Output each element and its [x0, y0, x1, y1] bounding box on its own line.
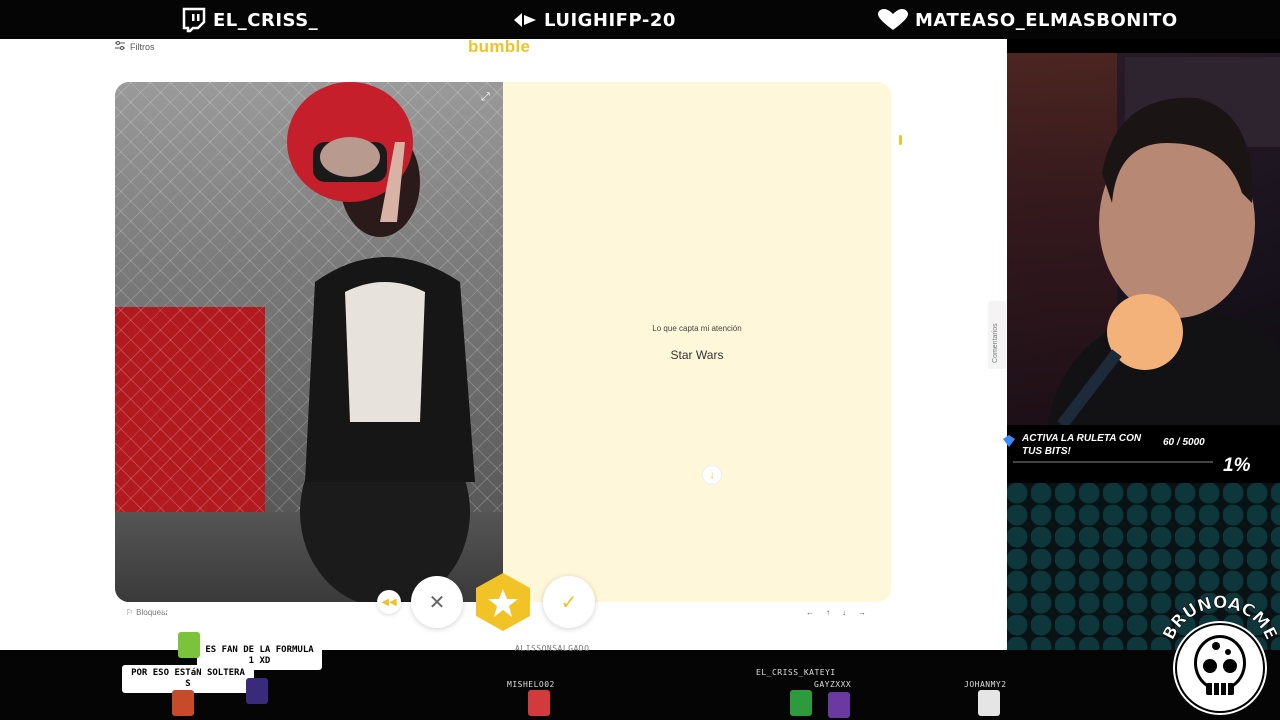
chatter-top-name: BRUNOACME — [163, 606, 211, 615]
chatter-name-criss: EL_CRISS_KATEYI — [756, 668, 836, 677]
filters-button[interactable]: Filtros — [115, 41, 155, 52]
diamond-icon — [1003, 435, 1015, 447]
tiktok-icon — [512, 11, 538, 29]
like-button[interactable]: ✓ — [543, 576, 595, 628]
handle-heart: MATEASO_ELMASBONITO — [877, 6, 1178, 34]
bits-percent: 1% — [1223, 455, 1251, 476]
twitch-icon — [181, 7, 207, 33]
brunoacme-logo: BRUNOACME — [1159, 588, 1280, 720]
key-up: ↑ — [826, 608, 830, 617]
profile-photo[interactable]: ⤢ — [115, 82, 503, 602]
key-right: → — [858, 608, 866, 617]
prompt-label: Lo que capta mi atención — [652, 324, 742, 333]
sliders-icon — [115, 41, 125, 52]
webcam-streamer — [1047, 97, 1280, 425]
rewind-button[interactable]: ◀◀ — [377, 590, 401, 614]
flag-icon: ⚐ — [126, 608, 134, 617]
comments-tab[interactable]: Comentarios — [988, 301, 1006, 369]
scroll-down-icon[interactable]: ↓ — [703, 466, 721, 484]
chatter-avatar-3 — [246, 678, 268, 704]
swipe-actions: ◀◀ ✕ ✓ — [0, 573, 1007, 637]
stream-layout: EL_CRISS_ LUIGHIFP-20 MATEASO_ELMASBONIT… — [0, 0, 1280, 720]
star-icon — [476, 573, 530, 631]
pass-button[interactable]: ✕ — [411, 576, 463, 628]
chatter-avatar-4 — [528, 690, 550, 716]
bits-roulette-widget: ACTIVA LA RULETA CON TUS BITS! 60 / 5000… — [1003, 425, 1280, 483]
bumble-page: Filtros bumble ⤢ Lo que capta mi atenció… — [0, 39, 1007, 650]
chatter-avatar-5 — [790, 690, 812, 716]
heart-icon — [877, 9, 909, 31]
key-down: ↓ — [842, 608, 846, 617]
chatter-name-johan: JOHANMY2 — [964, 680, 1007, 689]
keyboard-hints: ← ↑ ↓ → — [806, 608, 866, 617]
rewind-icon: ◀◀ — [381, 596, 397, 608]
key-left: ← — [806, 608, 814, 617]
chatter-avatar-1 — [178, 632, 200, 658]
comments-tab-label: Comentarios — [992, 323, 999, 363]
handle-tiktok: LUIGHIFP-20 — [512, 6, 676, 34]
bits-progress-track — [1013, 461, 1213, 463]
filters-label: Filtros — [130, 41, 155, 52]
profile-info-panel: Lo que capta mi atención Star Wars ↓ — [503, 82, 891, 602]
handle-twitch-name: EL_CRISS_ — [213, 9, 319, 31]
close-icon: ✕ — [428, 591, 446, 614]
handle-twitch: EL_CRISS_ — [181, 6, 318, 34]
check-icon: ✓ — [560, 591, 578, 614]
handle-tiktok-name: LUIGHIFP-20 — [544, 9, 676, 31]
photo-person — [287, 82, 475, 602]
expand-photo-icon[interactable]: ⤢ — [481, 91, 490, 104]
chatter-avatar-2 — [172, 690, 194, 716]
bumble-logo[interactable]: bumble — [468, 39, 530, 57]
social-handles-bar: EL_CRISS_ LUIGHIFP-20 MATEASO_ELMASBONIT… — [0, 0, 1280, 39]
chatter-name-gayz: GAYZXXX — [814, 680, 852, 689]
profile-card: ⤢ Lo que capta mi atención Star Wars ↓ — [115, 82, 891, 602]
bits-count: 60 / 5000 — [1163, 437, 1205, 448]
chatter-center-name: ALISSONSALGADO — [515, 644, 590, 653]
chatter-avatar-7 — [978, 690, 1000, 716]
chat-bubble-2: POR ESO ESTáN SOLTERA S — [122, 665, 254, 693]
webcam-feed — [1007, 53, 1280, 425]
scroll-indicator — [899, 135, 902, 145]
superswipe-button[interactable] — [472, 572, 534, 632]
chatter-avatar-6 — [828, 692, 850, 718]
chatter-name-mishelo: MISHELO02 — [507, 680, 555, 689]
handle-heart-name: MATEASO_ELMASBONITO — [915, 9, 1178, 31]
prompt-value: Star Wars — [670, 348, 724, 362]
bits-text: ACTIVA LA RULETA CON TUS BITS! — [1022, 433, 1142, 457]
skull-logo-icon: BRUNOACME — [1159, 593, 1280, 715]
block-report-link[interactable]: ⚐ Bloquear — [126, 608, 168, 617]
